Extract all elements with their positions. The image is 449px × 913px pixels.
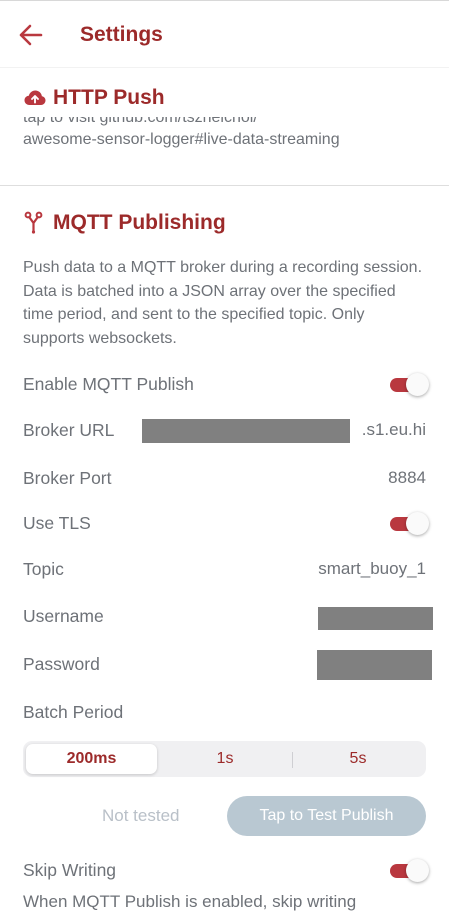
topic-row[interactable]: Topic smart_buoy_1 [23,554,426,584]
back-arrow-icon[interactable] [18,23,44,47]
topic-value[interactable]: smart_buoy_1 [318,559,426,579]
batch-option-5s[interactable]: 5s [293,744,423,774]
cloud-upload-icon [24,90,46,105]
use-tls-row[interactable]: Use TLS [23,508,429,538]
redacted-password [317,650,432,680]
broker-url-value[interactable]: .s1.eu.hi [362,420,426,440]
skip-writing-label: Skip Writing [23,859,117,880]
use-tls-label: Use TLS [23,512,91,533]
password-label: Password [23,653,100,674]
skip-writing-description: When MQTT Publish is enabled, skip writi… [23,892,357,911]
batch-period-selector[interactable]: 200ms 1s 5s [23,741,426,777]
use-tls-toggle[interactable] [388,512,429,535]
batch-option-1s[interactable]: 1s [160,744,290,774]
batch-period-row: Batch Period [23,697,426,727]
http-push-heading: HTTP Push [53,86,165,109]
enable-mqtt-toggle[interactable] [388,373,429,396]
broker-port-row[interactable]: Broker Port 8884 [23,463,426,493]
network-fork-icon [24,211,43,234]
section-divider [0,185,449,186]
enable-mqtt-label: Enable MQTT Publish [23,373,194,394]
test-status: Not tested [102,806,180,825]
redacted-username [318,607,433,630]
topic-label: Topic [23,558,64,579]
broker-url-label: Broker URL [23,419,115,440]
batch-option-200ms[interactable]: 200ms [26,744,157,774]
skip-writing-row[interactable]: Skip Writing [23,855,429,885]
http-push-header: HTTP Push [23,86,165,110]
enable-mqtt-row[interactable]: Enable MQTT Publish [23,369,429,399]
page-title: Settings [80,23,163,46]
broker-port-value[interactable]: 8884 [388,468,426,488]
http-push-link[interactable]: tap to visit github.com/tszheichoi/ awes… [23,117,423,151]
skip-writing-toggle[interactable] [388,859,429,882]
mqtt-description: Push data to a MQTT broker during a reco… [23,259,423,347]
settings-scroll-area[interactable]: HTTP Push tap to visit github.com/tszhei… [0,69,449,913]
broker-port-label: Broker Port [23,467,112,488]
app-bar: Settings [0,0,449,68]
http-push-link-line2: awesome-sensor-logger#live-data-streamin… [23,131,340,148]
mqtt-heading: MQTT Publishing [53,211,226,234]
mqtt-header: MQTT Publishing [23,211,226,235]
username-label: Username [23,605,104,626]
redacted-broker-url [142,419,350,443]
http-push-link-line1: tap to visit github.com/tszheichoi/ [23,117,258,126]
test-publish-button[interactable]: Tap to Test Publish [227,796,426,836]
batch-period-label: Batch Period [23,701,124,722]
